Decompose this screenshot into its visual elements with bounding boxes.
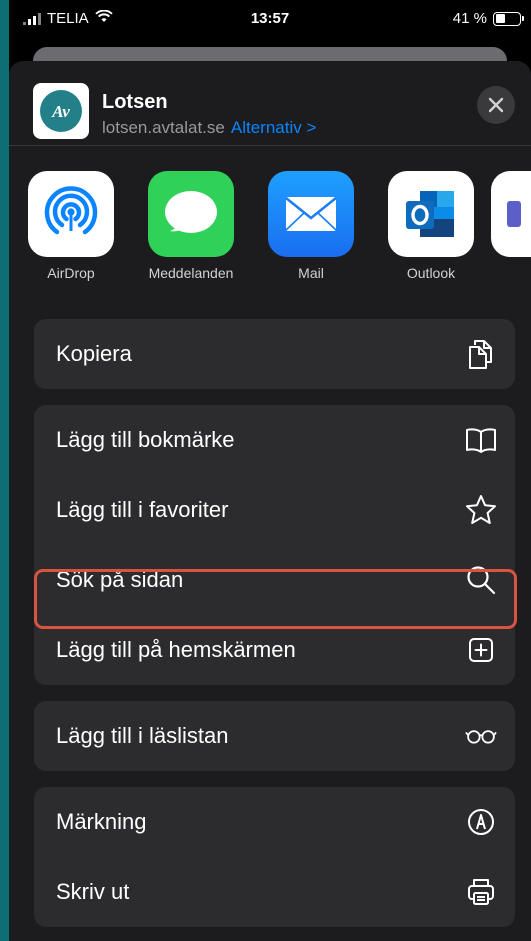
action-group-reading: Lägg till i läslistan [34,701,515,771]
glasses-icon [465,720,497,752]
print-action[interactable]: Skriv ut [34,857,515,927]
share-app-more[interactable] [491,171,531,257]
action-label: Skriv ut [56,879,130,904]
add-bookmark-action[interactable]: Lägg till bokmärke [34,405,515,475]
close-icon [488,97,504,113]
battery-percent: 41 % [452,10,487,27]
messages-icon [148,171,234,257]
shared-page-title: Lotsen [102,91,168,113]
avtalat-logo-icon: Av [33,83,89,139]
phone-screen: TELIA 13:57 41 % Av Lotsen lotsen.avtala… [9,0,531,941]
action-group-main: Lägg till bokmärke Lägg till i favoriter… [34,405,515,685]
share-app-label: AirDrop [47,265,95,281]
status-bar: TELIA 13:57 41 % [9,0,531,38]
copy-action[interactable]: Kopiera [34,319,515,389]
mail-icon [268,171,354,257]
share-app-messages[interactable]: Meddelanden [131,171,251,281]
share-header: Av Lotsen lotsen.avtalat.se Alternativ > [9,61,531,145]
printer-icon [465,876,497,908]
action-group-copy: Kopiera [34,319,515,389]
add-reading-list-action[interactable]: Lägg till i läslistan [34,701,515,771]
options-link[interactable]: Alternativ > [231,118,317,137]
action-label: Kopiera [56,341,132,366]
action-label: Lägg till bokmärke [56,427,235,452]
action-label: Lägg till i favoriter [56,497,229,522]
book-icon [465,424,497,456]
header-divider [9,145,531,146]
share-sheet: Av Lotsen lotsen.avtalat.se Alternativ > [9,61,531,941]
action-label: Lägg till på hemskärmen [56,637,296,662]
add-square-icon [465,634,497,666]
svg-text:Av: Av [51,102,70,121]
share-app-label: Mail [298,265,324,281]
outlook-icon [388,171,474,257]
highlight-outline [34,569,517,629]
status-right: 41 % [452,10,524,27]
share-app-outlook[interactable]: Outlook [371,171,491,281]
shared-page-url-line: lotsen.avtalat.se Alternativ > [102,118,316,138]
shared-page-url: lotsen.avtalat.se [102,118,225,137]
close-button[interactable] [477,86,515,124]
star-icon [465,494,497,526]
share-app-airdrop[interactable]: AirDrop [11,171,131,281]
add-favorite-action[interactable]: Lägg till i favoriter [34,475,515,545]
action-label: Märkning [56,809,147,834]
share-apps-row: AirDrop Meddelanden Mail Outlook [9,171,531,291]
action-label: Lägg till i läslistan [56,723,229,748]
markup-pen-icon [465,806,497,838]
action-group-markup: Märkning Skriv ut [34,787,515,927]
copy-icon [465,338,497,370]
share-app-label: Outlook [406,265,456,281]
battery-icon [493,11,524,26]
airdrop-icon [28,171,114,257]
app-partial-icon [491,171,531,257]
share-app-mail[interactable]: Mail [251,171,371,281]
markup-action[interactable]: Märkning [34,787,515,857]
share-app-label: Meddelanden [148,265,234,281]
